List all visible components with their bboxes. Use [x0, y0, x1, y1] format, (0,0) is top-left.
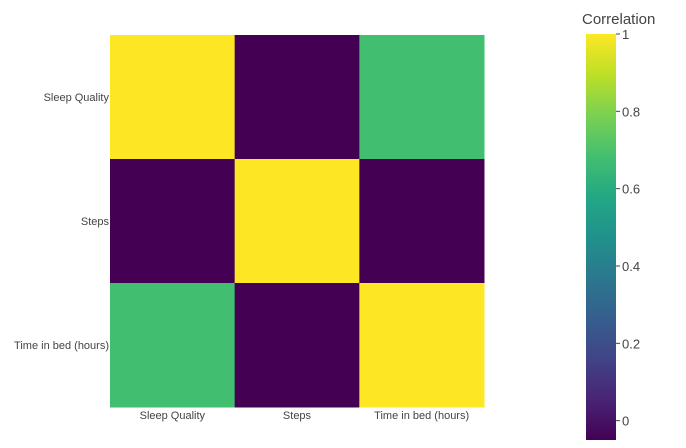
heatmap-cell[interactable]: [110, 283, 236, 408]
y-tick-label: Time in bed (hours): [14, 340, 109, 352]
colorbar-title: Correlation: [582, 11, 655, 28]
heatmap-cell[interactable]: [110, 35, 236, 160]
y-axis-tick-labels: Sleep Quality Steps Time in bed (hours): [14, 92, 109, 352]
heatmap-cell[interactable]: [359, 35, 485, 160]
y-tick-label: Sleep Quality: [44, 92, 110, 104]
colorbar-tick-label: 0: [622, 414, 629, 429]
colorbar-gradient: [586, 34, 616, 440]
heatmap-cell[interactable]: [234, 35, 360, 160]
correlation-heatmap: Sleep Quality Steps Time in bed (hours) Sl…: [14, 11, 655, 440]
heatmap-cell[interactable]: [359, 283, 485, 408]
colorbar-tick-label: 0.8: [622, 104, 640, 119]
x-tick-label: Sleep Quality: [140, 410, 206, 422]
heatmap-cell[interactable]: [110, 159, 236, 284]
chart-stage: Sleep Quality Steps Time in bed (hours) Sl…: [0, 0, 686, 443]
colorbar-tick-label: 0.6: [622, 182, 640, 197]
y-tick-label: Steps: [81, 216, 110, 228]
heatmap-cell[interactable]: [359, 159, 485, 284]
colorbar-ticks: 0 0.2 0.4 0.6 0.8 1: [616, 27, 640, 429]
colorbar-tick-label: 0.4: [622, 259, 640, 274]
heatmap-cells: [110, 35, 485, 408]
heatmap-cell[interactable]: [234, 283, 360, 408]
colorbar-tick-label: 1: [622, 27, 629, 42]
colorbar-tick-label: 0.2: [622, 336, 640, 351]
heatmap-cell[interactable]: [234, 159, 360, 284]
x-tick-label: Steps: [283, 410, 312, 422]
x-tick-label: Time in bed (hours): [374, 410, 469, 422]
x-axis-tick-labels: Sleep Quality Steps Time in bed (hours): [140, 410, 470, 422]
